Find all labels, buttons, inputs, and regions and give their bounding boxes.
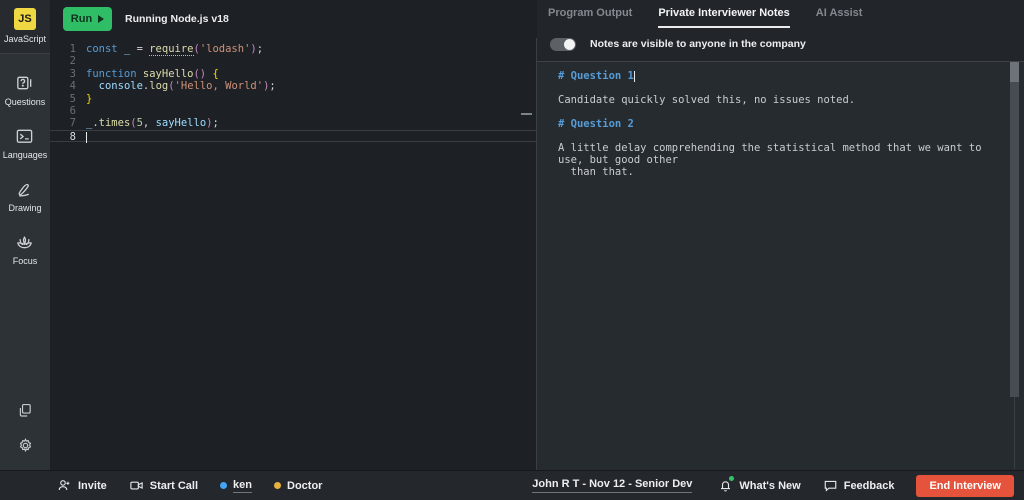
sidebar-item-label: JavaScript [4, 34, 46, 44]
line-number: 7 [50, 117, 76, 129]
sidebar-item-questions[interactable]: Questions [3, 74, 48, 107]
run-status-text: Running Node.js v18 [125, 13, 229, 25]
sidebar-item-javascript[interactable]: JS JavaScript [0, 0, 50, 54]
notes-scrollbar-thumb[interactable] [1010, 62, 1019, 397]
tab-private-interviewer-notes[interactable]: Private Interviewer Notes [658, 0, 789, 28]
code-text: console.log('Hello, World'); [76, 80, 276, 92]
notification-dot [729, 476, 734, 481]
line-number: 3 [50, 68, 76, 80]
run-button[interactable]: Run [63, 7, 112, 31]
tab-ai-assist[interactable]: AI Assist [816, 0, 863, 28]
sidebar: JS JavaScript Questions Languages Drawing F… [0, 0, 50, 470]
right-panel: Program Output Private Interviewer Notes A… [537, 0, 1024, 470]
code-line[interactable]: 8 [50, 130, 536, 142]
notes-visibility-row: Notes are visible to anyone in the compa… [537, 28, 1024, 60]
notes-visibility-toggle[interactable] [550, 38, 576, 51]
sidebar-item-focus[interactable]: Focus [3, 233, 48, 266]
editor-caret [86, 132, 87, 143]
line-number: 8 [50, 131, 76, 141]
whats-new-label: What's New [739, 480, 800, 492]
chat-bubble-icon [823, 478, 838, 493]
code-text [76, 55, 86, 67]
sidebar-items: Questions Languages Drawing Focus [3, 54, 48, 266]
pencil-icon [15, 180, 34, 199]
code-line[interactable]: 1const _ = require('lodash'); [50, 43, 536, 55]
participant-ken[interactable]: ken [220, 479, 252, 493]
sidebar-item-label: Focus [13, 256, 38, 266]
whats-new-button[interactable]: What's New [718, 478, 800, 493]
run-button-label: Run [71, 13, 92, 25]
invite-person-icon [57, 478, 72, 493]
code-text [76, 131, 87, 141]
sidebar-bottom [17, 402, 34, 470]
start-call-button[interactable]: Start Call [129, 478, 198, 493]
sidebar-item-label: Drawing [8, 203, 41, 213]
participant-name: ken [233, 479, 252, 493]
interviewer-notes-area[interactable]: # Question 1 Candidate quickly solved thi… [537, 61, 1024, 470]
session-title-input[interactable]: John R T - Nov 12 - Senior Dev [532, 478, 692, 493]
code-text: function sayHello() { [76, 68, 219, 80]
code-lines: 1const _ = require('lodash');23function … [50, 43, 536, 142]
start-call-label: Start Call [150, 480, 198, 492]
copy-icon[interactable] [17, 402, 34, 419]
code-text [76, 105, 86, 117]
pane-resize-handle[interactable] [521, 113, 532, 115]
sidebar-item-label: Languages [3, 150, 48, 160]
presence-dot [274, 482, 281, 489]
line-number: 1 [50, 43, 76, 55]
code-line[interactable]: 7_.times(5, sayHello); [50, 117, 536, 129]
code-line[interactable]: 6 [50, 105, 536, 117]
note-paragraph[interactable]: A little delay comprehending the statist… [558, 142, 998, 178]
code-text: const _ = require('lodash'); [76, 43, 263, 55]
end-interview-button[interactable]: End Interview [916, 475, 1014, 497]
note-heading[interactable]: # Question 1 [558, 70, 998, 82]
gear-icon[interactable] [17, 437, 34, 454]
line-number: 6 [50, 105, 76, 117]
right-panel-tabs: Program Output Private Interviewer Notes A… [537, 0, 1024, 28]
feedback-label: Feedback [844, 480, 895, 492]
notes-caret [634, 71, 635, 82]
sidebar-item-label: Questions [5, 97, 46, 107]
code-text: _.times(5, sayHello); [76, 117, 219, 129]
note-heading[interactable]: # Question 2 [558, 118, 998, 130]
code-editor[interactable]: 1const _ = require('lodash');23function … [50, 38, 537, 470]
terminal-icon [15, 127, 34, 146]
toggle-knob [564, 39, 575, 50]
code-line[interactable]: 4 console.log('Hello, World'); [50, 80, 536, 92]
feedback-button[interactable]: Feedback [823, 478, 895, 493]
sidebar-item-drawing[interactable]: Drawing [3, 180, 48, 213]
line-number: 2 [50, 55, 76, 67]
notes-visibility-label: Notes are visible to anyone in the compa… [590, 38, 806, 50]
participants: ken Doctor [220, 479, 322, 493]
interview-app: JS JavaScript Questions Languages Drawing F… [0, 0, 1024, 500]
line-number: 4 [50, 80, 76, 92]
sidebar-item-languages[interactable]: Languages [3, 127, 48, 160]
javascript-icon: JS [14, 8, 36, 30]
play-icon [98, 15, 104, 23]
participant-doctor[interactable]: Doctor [274, 480, 322, 492]
line-number: 5 [50, 93, 76, 105]
code-line[interactable]: 2 [50, 55, 536, 67]
lotus-icon [15, 233, 34, 252]
code-line[interactable]: 5} [50, 93, 536, 105]
code-text: } [76, 93, 92, 105]
tab-program-output[interactable]: Program Output [548, 0, 632, 28]
code-line[interactable]: 3function sayHello() { [50, 68, 536, 80]
video-camera-icon [129, 478, 144, 493]
questions-icon [15, 74, 34, 93]
editor-toolbar: Run Running Node.js v18 [50, 0, 537, 38]
invite-label: Invite [78, 480, 107, 492]
participant-name: Doctor [287, 480, 322, 492]
note-paragraph[interactable]: Candidate quickly solved this, no issues… [558, 94, 998, 106]
invite-button[interactable]: Invite [57, 478, 107, 493]
notes-scrollbar-cap[interactable] [1010, 62, 1019, 82]
presence-dot [220, 482, 227, 489]
status-bar: Invite Start Call ken Doctor John R T - N… [0, 470, 1024, 500]
